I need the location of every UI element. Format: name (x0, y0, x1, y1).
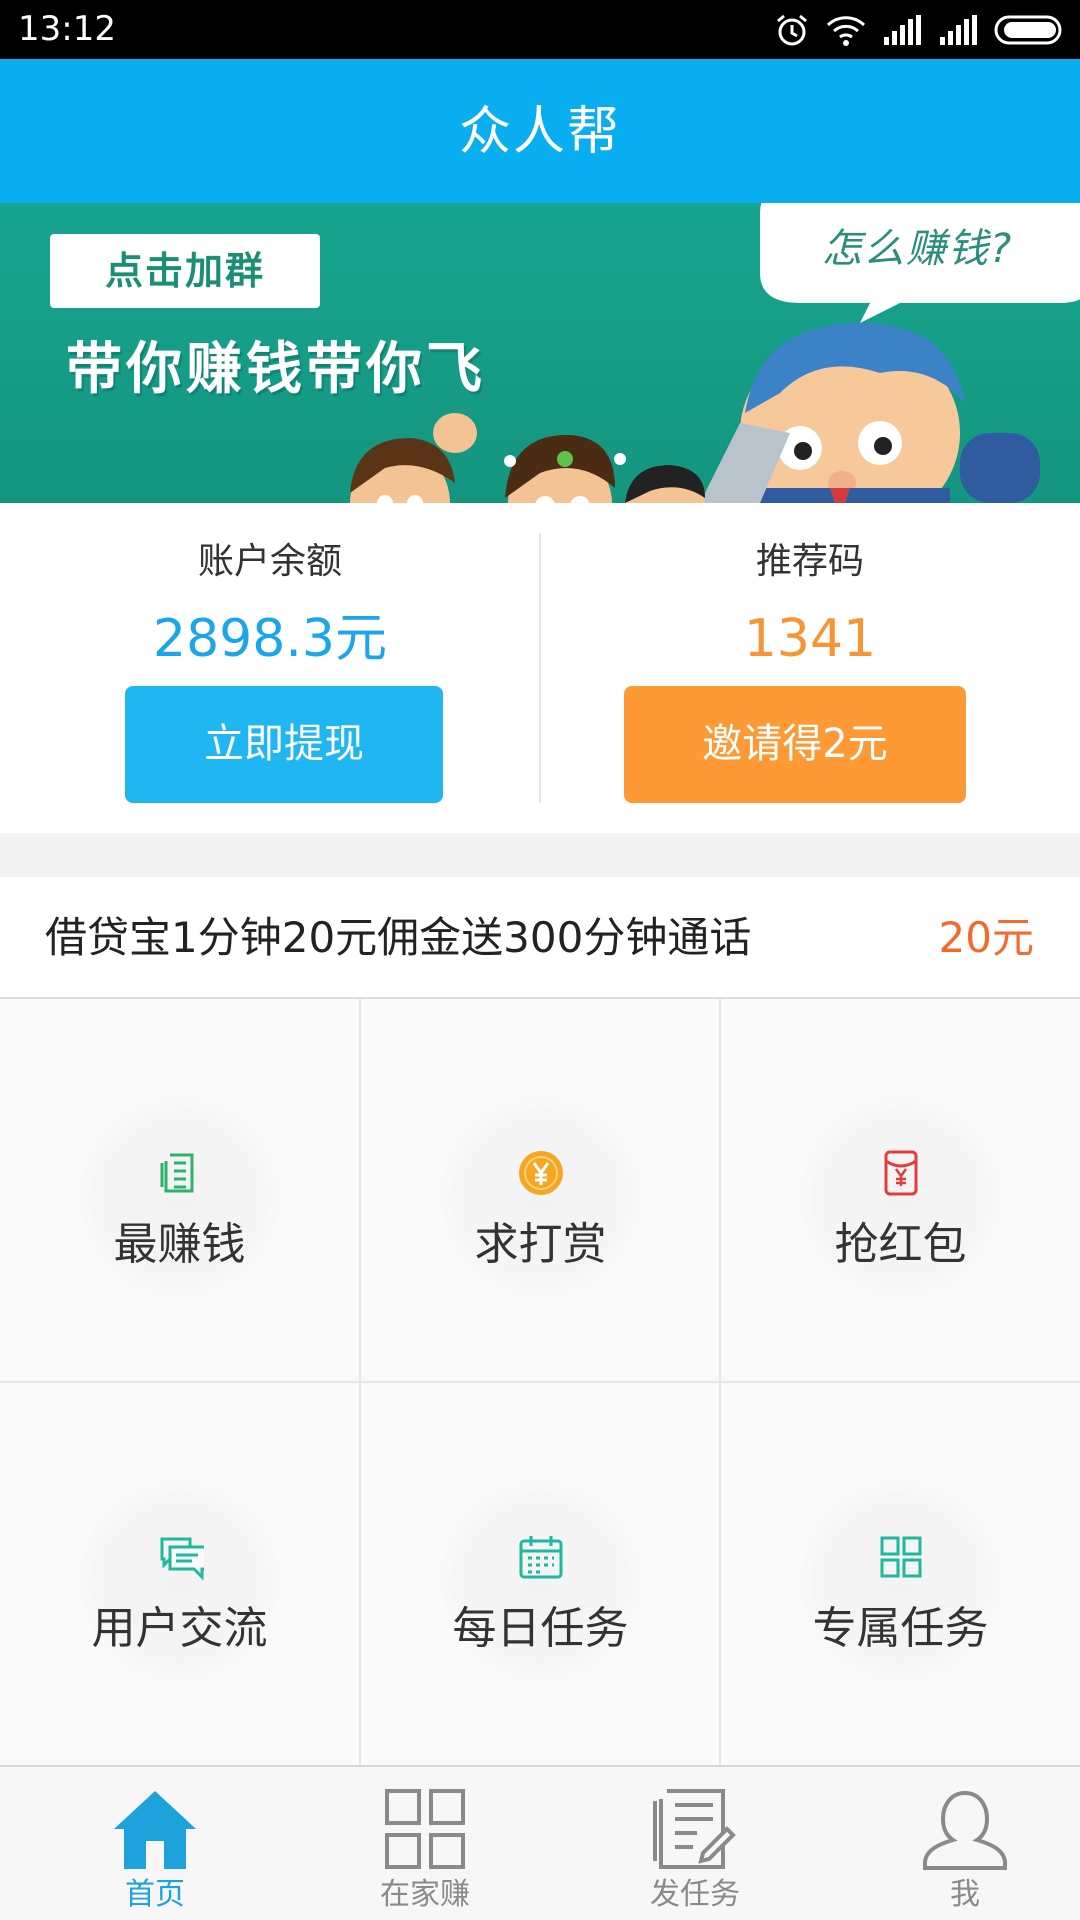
promo-task-reward: 20元 (938, 913, 1034, 962)
referral-section: 推荐码 1341 邀请得2元 (540, 503, 1080, 833)
menu-item-label: 每日任务 (452, 1603, 629, 1654)
nav-me[interactable]: 我 (830, 1767, 1080, 1920)
coin-yen-icon (519, 1151, 563, 1195)
status-icons (774, 10, 1066, 50)
home-icon (114, 1791, 196, 1869)
alarm-icon (777, 14, 807, 46)
nav-label: 首页 (125, 1877, 185, 1912)
edit-document-icon (653, 1789, 736, 1869)
calendar-icon (519, 1536, 563, 1579)
wifi-icon (826, 16, 866, 46)
grid-icon (385, 1789, 465, 1869)
banner-bubble-text: 怎么赚钱? (822, 226, 1014, 272)
grid-divider (0, 1381, 1080, 1383)
status-bar: 13:12 (0, 0, 1080, 59)
menu-item-most-profitable[interactable]: 最赚钱 (0, 999, 359, 1381)
menu-item-tips[interactable]: 求打赏 (361, 999, 720, 1381)
banner-tag: 点击加群 (50, 234, 320, 308)
menu-item-daily-task[interactable]: 每日任务 (361, 1383, 720, 1765)
invite-button[interactable]: 邀请得2元 (624, 686, 966, 803)
red-envelope-icon (884, 1150, 918, 1196)
referral-code: 1341 (743, 609, 877, 669)
balance-section: 账户余额 2898.3元 立即提现 (0, 503, 540, 833)
balance-label: 账户余额 (197, 541, 342, 582)
menu-item-red-envelope[interactable]: 抢红包 (721, 999, 1080, 1381)
title-bar: 众人帮 (0, 59, 1080, 203)
balance-value: 2898.3元 (153, 609, 387, 669)
menu-item-exclusive-task[interactable]: 专属任务 (721, 1383, 1080, 1765)
menu-item-label: 抢红包 (834, 1219, 967, 1270)
signal-icon (884, 15, 921, 45)
promo-task-title: 借贷宝1分钟20元佣金送300分钟通话 (45, 913, 752, 962)
account-panel: 账户余额 2898.3元 立即提现 推荐码 1341 邀请得2元 (0, 503, 1080, 833)
withdraw-button[interactable]: 立即提现 (125, 686, 443, 803)
document-list-icon (160, 1153, 194, 1193)
promo-task-row[interactable]: 借贷宝1分钟20元佣金送300分钟通话 20元 (0, 877, 1080, 999)
user-icon (923, 1790, 1007, 1870)
promo-banner[interactable]: 点击加群 带你赚钱带你飞 怎么赚钱? (0, 203, 1080, 503)
nav-work-from-home[interactable]: 在家赚 (290, 1767, 560, 1920)
status-time: 13:12 (18, 9, 116, 49)
battery-icon (994, 15, 1062, 45)
bottom-nav: 首页 在家赚 发任务 我 (0, 1765, 1080, 1920)
nav-post-task[interactable]: 发任务 (560, 1767, 830, 1920)
menu-item-label: 求打赏 (474, 1219, 607, 1270)
nav-label: 在家赚 (380, 1877, 470, 1912)
menu-grid: 最赚钱 求打赏 抢红包 用户交流 每日任务 专属任务 (0, 999, 1080, 1765)
nav-label: 发任务 (650, 1877, 740, 1912)
signal-icon (940, 15, 977, 45)
menu-item-label: 专属任务 (812, 1603, 989, 1654)
banner-slogan: 带你赚钱带你飞 (66, 337, 486, 402)
nav-home[interactable]: 首页 (20, 1767, 290, 1920)
menu-item-label: 最赚钱 (113, 1219, 246, 1270)
chat-icon (160, 1537, 204, 1581)
page-title: 众人帮 (458, 102, 621, 162)
app-screen: 13:12 众人帮 点击加群 带你赚钱带你飞 怎么赚钱? 账户余额 2898.3… (0, 0, 1080, 1920)
menu-item-label: 用户交流 (91, 1603, 268, 1654)
grid-icon (880, 1536, 922, 1578)
menu-item-user-chat[interactable]: 用户交流 (0, 1383, 359, 1765)
nav-label: 我 (950, 1877, 980, 1912)
referral-label: 推荐码 (755, 541, 864, 582)
